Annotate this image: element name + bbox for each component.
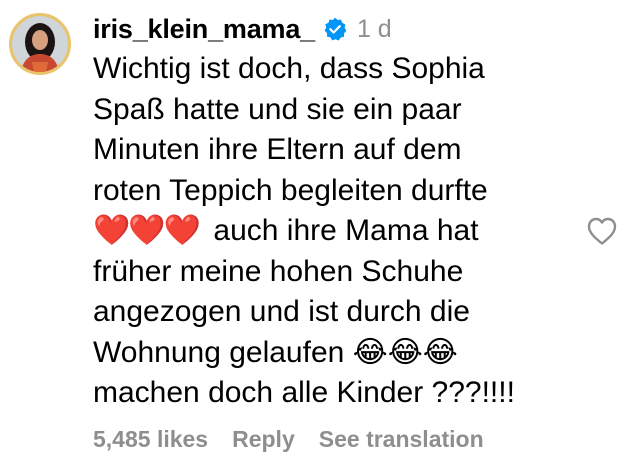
avatar[interactable] — [9, 13, 71, 75]
reply-button[interactable]: Reply — [232, 426, 295, 453]
comment-text-line: früher meine hohen Schuhe — [93, 254, 464, 288]
comment-body: iris_klein_mama_ 1 d Wichtig ist doch, d… — [93, 10, 573, 414]
profile-avatar-icon — [12, 16, 68, 72]
laughing-emoji: 😂😂😂 — [352, 334, 458, 370]
comment-text-line: ❤️❤️❤️ auch ihre Mama hat — [93, 211, 573, 252]
comment-text-line: machen doch alle Kinder ???!!!! — [93, 376, 515, 409]
likes-count[interactable]: 5,485 likes — [93, 426, 208, 453]
comment-text-line: Spaß hatte und sie ein paar — [93, 92, 462, 126]
comment-text-line: roten Teppich begleiten durfte — [93, 173, 488, 207]
comment-header: iris_klein_mama_ 1 d — [93, 10, 573, 48]
comment-text-line: Minuten ihre Eltern auf dem — [93, 133, 462, 166]
comment-text-line: Wohnung gelaufen 😂😂😂 — [93, 333, 573, 374]
comment-timestamp: 1 d — [356, 14, 392, 43]
comment-text-line: Wichtig ist doch, dass Sophia — [93, 52, 485, 85]
comment: iris_klein_mama_ 1 d Wichtig ist doch, d… — [0, 0, 634, 461]
verified-badge-icon — [323, 17, 347, 41]
comment-text-segment: Wohnung gelaufen — [93, 335, 345, 369]
red-hearts-emoji: ❤️❤️❤️ — [93, 213, 201, 248]
comment-text-line: angezogen und ist durch die — [93, 295, 470, 328]
comment-text: Wichtig ist doch, dass Sophia Spaß hatte… — [93, 49, 573, 414]
username[interactable]: iris_klein_mama_ — [93, 14, 315, 45]
see-translation-button[interactable]: See translation — [319, 426, 484, 453]
comment-text-segment: auch ihre Mama hat — [213, 214, 479, 247]
heart-outline-icon[interactable] — [586, 216, 618, 246]
comment-actions: 5,485 likes Reply See translation — [93, 426, 508, 453]
